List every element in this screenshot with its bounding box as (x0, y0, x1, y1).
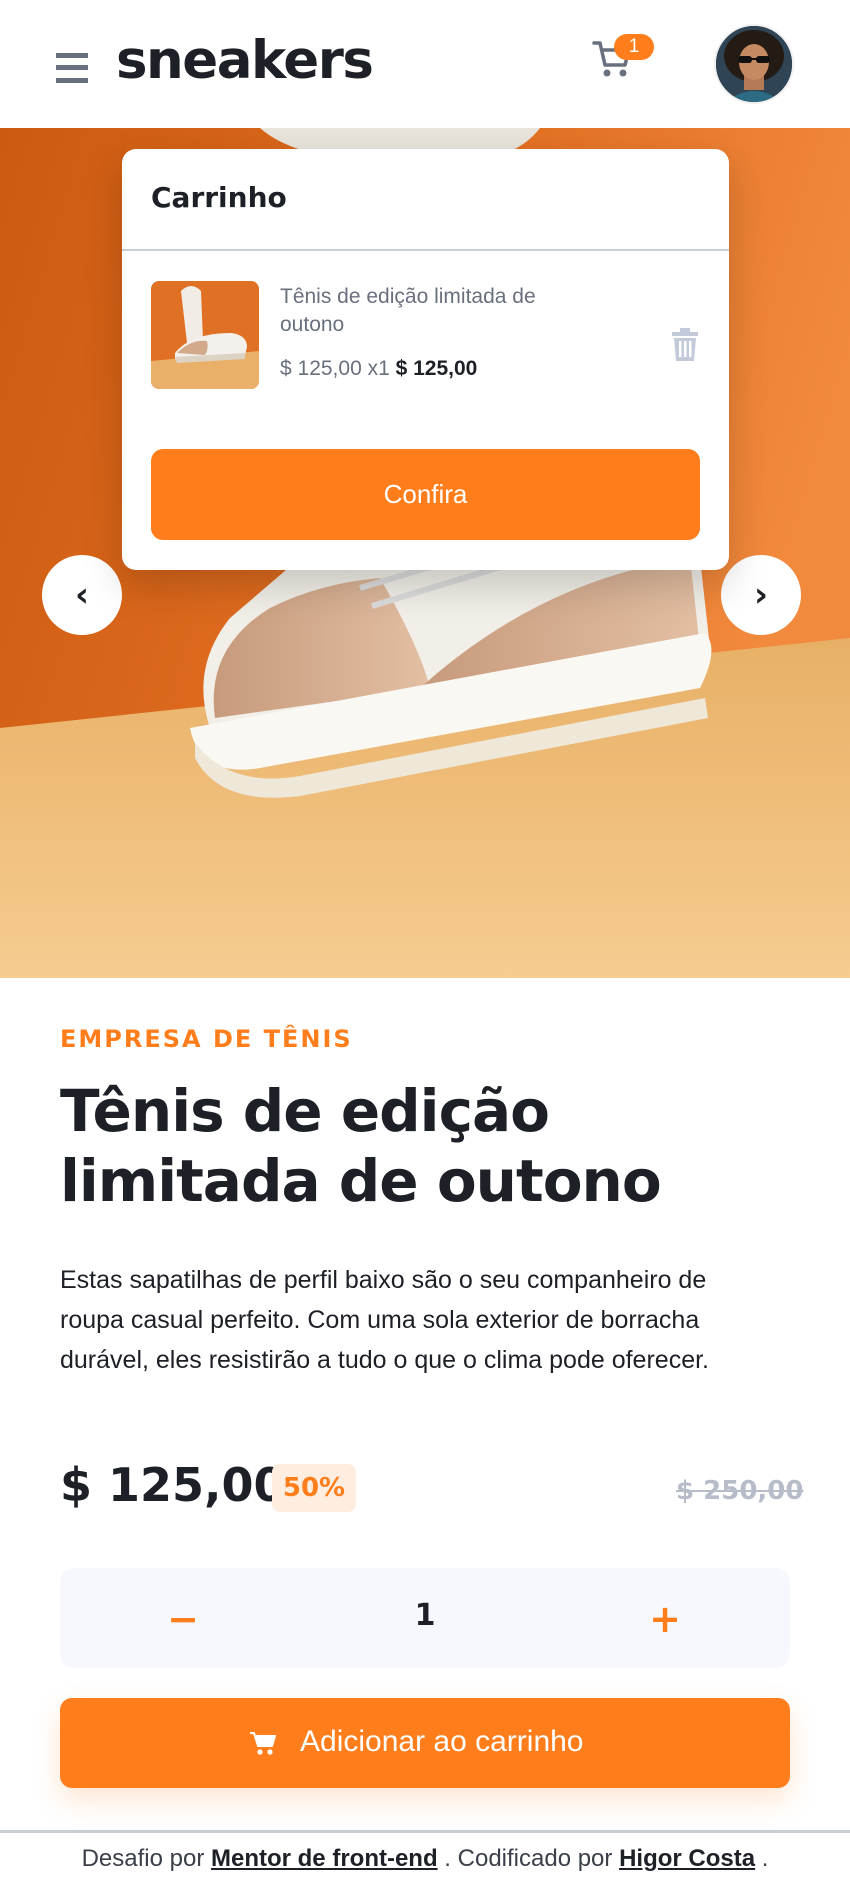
company-name: EMPRESA DE TÊNIS (60, 1025, 353, 1053)
cart-title: Carrinho (151, 181, 287, 214)
author-link[interactable]: Higor Costa (619, 1845, 755, 1872)
product-description: Estas sapatilhas de perfil baixo são o s… (60, 1266, 709, 1374)
discount-badge: 50% (272, 1464, 356, 1512)
product-title: Tênis de edição limitada de outono (60, 1077, 662, 1215)
trash-icon[interactable] (670, 327, 700, 361)
cart-item-price: $ 125,00 x1 $ 125,00 (280, 357, 477, 381)
header: sneakers 1 (0, 0, 850, 128)
frontend-mentor-link[interactable]: Mentor de front-end (211, 1845, 438, 1872)
previous-image-button[interactable]: ‹ (42, 555, 122, 635)
attribution-middle: . Codificado por (444, 1845, 613, 1872)
quantity-stepper: − 1 + (60, 1568, 790, 1668)
original-price: $ 250,00 (676, 1476, 804, 1506)
current-price: $ 125,00 (60, 1458, 286, 1512)
add-to-cart-label: Adicionar ao carrinho (300, 1725, 584, 1758)
cart-item-name: Tênis de edição limitada de outono (280, 285, 536, 336)
logo: sneakers (116, 30, 374, 91)
add-to-cart-button[interactable]: Adicionar ao carrinho (60, 1698, 790, 1788)
cart-item-unit-price: $ 125,00 x1 (280, 357, 390, 380)
footer-divider (0, 1830, 850, 1833)
cart-divider (122, 249, 729, 251)
attribution: Desafio por Mentor de front-end . Codifi… (0, 1845, 850, 1873)
chevron-right-icon: › (753, 575, 768, 615)
attribution-suffix: . (761, 1845, 769, 1872)
increase-quantity-button[interactable]: + (640, 1594, 690, 1644)
cart-item-total: $ 125,00 (395, 357, 478, 380)
cart-icon (250, 1732, 276, 1755)
avatar[interactable] (714, 24, 794, 104)
next-image-button[interactable]: › (721, 555, 801, 635)
attribution-prefix: Desafio por (81, 1845, 205, 1872)
checkout-button[interactable]: Confira (151, 449, 700, 540)
quantity-value: 1 (414, 1598, 436, 1633)
menu-icon[interactable] (56, 53, 88, 83)
chevron-left-icon: ‹ (74, 575, 89, 615)
cart-popup: Carrinho Tênis de edição limitada de out… (122, 149, 729, 570)
cart-count-badge: 1 (614, 34, 654, 60)
decrease-quantity-button[interactable]: − (158, 1594, 208, 1644)
cart-item-thumbnail (151, 281, 259, 389)
